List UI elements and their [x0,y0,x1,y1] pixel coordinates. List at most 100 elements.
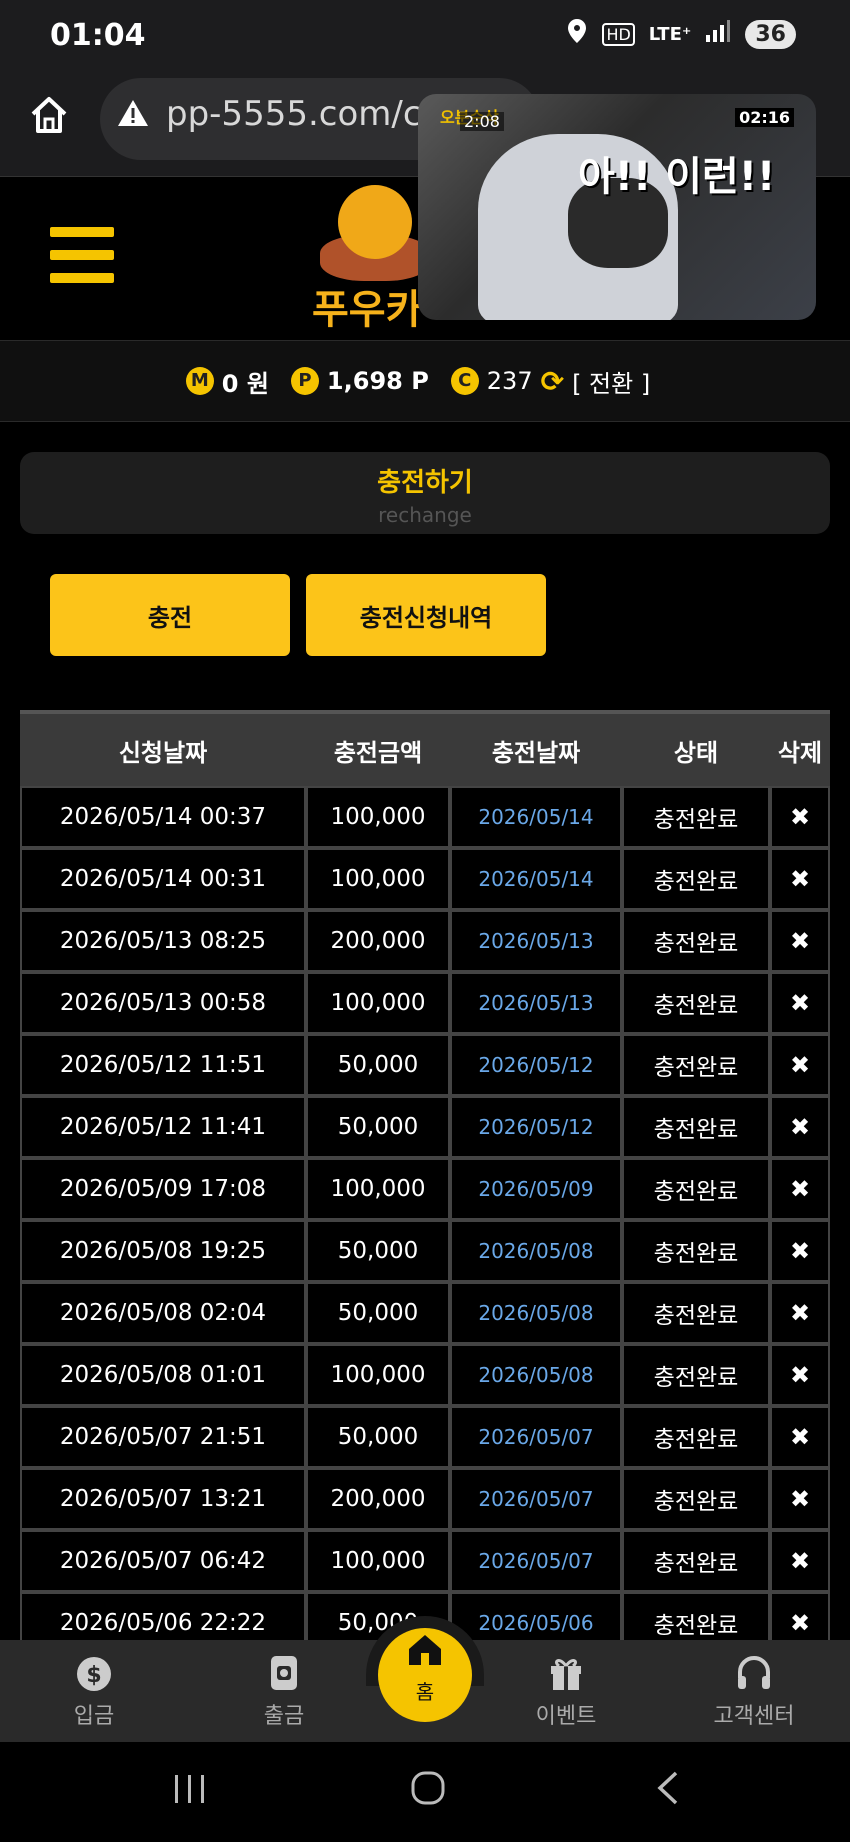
charge-date-cell: 2026/05/08 [450,1344,622,1406]
point-coin-icon: P [290,367,319,395]
delete-icon[interactable]: ✖ [770,1282,830,1344]
charge-date-cell: 2026/05/13 [450,972,622,1034]
table-row: 2026/05/07 21:51 50,000 2026/05/07 충전완료 ✖ [20,1406,830,1468]
table-row: 2026/05/07 13:21 200,000 2026/05/07 충전완료 ✖ [20,1468,830,1530]
warning-icon [116,98,150,136]
table-row: 2026/05/12 11:51 50,000 2026/05/12 충전완료 ✖ [20,1034,830,1096]
status-cell: 충전완료 [622,1096,770,1158]
nav-support[interactable]: 고객센터 [694,1652,814,1730]
nav-withdraw[interactable]: 출금 [224,1652,344,1730]
request-date-cell: 2026/05/09 17:08 [20,1158,306,1220]
nav-event[interactable]: 이벤트 [506,1652,626,1730]
logo-bear-icon [338,185,412,259]
delete-icon[interactable]: ✖ [770,1034,830,1096]
status-cell: 충전완료 [622,1468,770,1530]
location-icon [566,18,588,50]
status-cell: 충전완료 [622,1220,770,1282]
nav-deposit[interactable]: $ 입금 [34,1652,154,1730]
header-status: 상태 [622,710,770,786]
amount-cell: 100,000 [306,1344,450,1406]
amount-cell: 200,000 [306,910,450,972]
table-row: 2026/05/08 02:04 50,000 2026/05/08 충전완료 ✖ [20,1282,830,1344]
charge-date-cell: 2026/05/14 [450,848,622,910]
status-cell: 충전완료 [622,1282,770,1344]
request-date-cell: 2026/05/14 00:37 [20,786,306,848]
nav-support-label: 고객센터 [713,1704,795,1729]
charge-date-cell: 2026/05/08 [450,1220,622,1282]
charge-button[interactable]: 충전 [50,574,290,656]
headset-icon [694,1652,814,1698]
point-value: 1,698 P [326,367,429,395]
header-request-date: 신청날짜 [20,710,306,786]
page-title: 충전하기 [377,468,473,498]
delete-icon[interactable]: ✖ [770,786,830,848]
back-icon[interactable] [654,1770,682,1815]
table-row: 2026/05/08 19:25 50,000 2026/05/08 충전완료 ✖ [20,1220,830,1282]
request-date-cell: 2026/05/07 13:21 [20,1468,306,1530]
delete-icon[interactable]: ✖ [770,1468,830,1530]
hd-icon: HD [602,22,635,46]
delete-icon[interactable]: ✖ [770,848,830,910]
status-cell: 충전완료 [622,972,770,1034]
charge-date-cell: 2026/05/13 [450,910,622,972]
delete-icon[interactable]: ✖ [770,910,830,972]
status-time: 01:04 [50,18,146,53]
url-text: pp-5555.com/cas [166,94,461,134]
table-row: 2026/05/12 11:41 50,000 2026/05/12 충전완료 ✖ [20,1096,830,1158]
nav-home[interactable]: 홈 [378,1628,472,1722]
table-header-row: 신청날짜 충전금액 충전날짜 상태 삭제 [20,710,830,786]
nav-deposit-label: 입금 [73,1704,115,1729]
status-cell: 충전완료 [622,848,770,910]
balance-bar: M 0 원 P 1,698 P C 237 ⟳ [ 전환 ] [0,340,850,422]
delete-icon[interactable]: ✖ [770,1096,830,1158]
battery-indicator: 36 [745,19,796,49]
point-balance: P 1,698 P [290,367,429,395]
request-date-cell: 2026/05/12 11:51 [20,1034,306,1096]
nav-withdraw-label: 출금 [263,1704,305,1729]
table-row: 2026/05/14 00:37 100,000 2026/05/14 충전완료 ✖ [20,786,830,848]
money-balance: M 0 원 [185,364,269,399]
request-date-cell: 2026/05/12 11:41 [20,1096,306,1158]
lte-icon: LTE⁺ [648,23,692,45]
amount-cell: 50,000 [306,1406,450,1468]
home-circle-icon[interactable] [410,1770,446,1815]
charge-history-button[interactable]: 충전신청내역 [306,574,546,656]
charge-date-cell: 2026/05/12 [450,1034,622,1096]
amount-cell: 50,000 [306,1096,450,1158]
coupon-value: 237 [486,367,533,395]
delete-icon[interactable]: ✖ [770,1406,830,1468]
recent-apps-icon[interactable] [172,1770,208,1814]
request-date-cell: 2026/05/13 00:58 [20,972,306,1034]
amount-cell: 100,000 [306,786,450,848]
svg-text:$: $ [86,1663,101,1688]
video-duration: 02:16 [735,108,794,127]
request-date-cell: 2026/05/07 06:42 [20,1530,306,1592]
delete-icon[interactable]: ✖ [770,1530,830,1592]
browser-home-icon[interactable] [28,94,70,136]
signal-icon [705,19,731,49]
dollar-bag-icon: $ [34,1652,154,1698]
refresh-icon[interactable]: ⟳ [541,365,564,398]
charge-date-cell: 2026/05/07 [450,1406,622,1468]
status-cell: 충전완료 [622,1530,770,1592]
delete-icon[interactable]: ✖ [770,972,830,1034]
hamburger-menu-icon[interactable] [50,227,114,283]
amount-cell: 50,000 [306,1220,450,1282]
delete-icon[interactable]: ✖ [770,1220,830,1282]
status-cell: 충전완료 [622,910,770,972]
status-cell: 충전완료 [622,786,770,848]
coupon-balance: C 237 ⟳ [ 전환 ] [450,364,650,399]
charge-date-cell: 2026/05/12 [450,1096,622,1158]
request-date-cell: 2026/05/08 02:04 [20,1282,306,1344]
table-row: 2026/05/09 17:08 100,000 2026/05/09 충전완료 ✖ [20,1158,830,1220]
status-cell: 충전완료 [622,1158,770,1220]
floating-video-player[interactable]: 오분순삭 2:08 02:16 아!! 이런!! [418,94,816,320]
header-delete: 삭제 [770,710,830,786]
video-caption: 아!! 이런!! [578,154,776,200]
charge-date-cell: 2026/05/08 [450,1282,622,1344]
delete-icon[interactable]: ✖ [770,1344,830,1406]
header-charge-date: 충전날짜 [450,710,622,786]
delete-icon[interactable]: ✖ [770,1158,830,1220]
request-date-cell: 2026/05/13 08:25 [20,910,306,972]
convert-link[interactable]: [ 전환 ] [572,364,650,399]
